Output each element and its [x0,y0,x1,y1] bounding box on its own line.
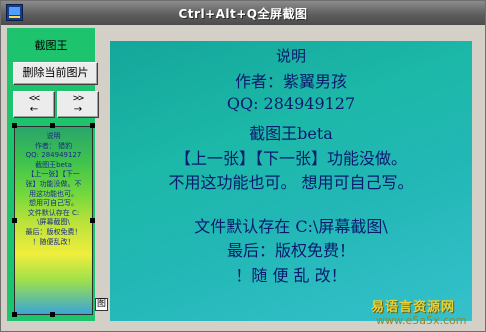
note-closing: ！随 便 乱 改！ [235,266,347,285]
note-author: 作者：紫翼男孩 [234,72,347,91]
note-optional: 不用这功能也可。 想用可自己写。 [168,173,414,192]
resize-handle[interactable] [90,123,95,128]
note-buttons: 【上一张】【下一张】功能没做。 [174,149,407,168]
note-title: 说明 [275,47,306,65]
title-bar[interactable]: Ctrl+Alt+Q全屏截图 [1,1,485,25]
thumbnail-line: \屏幕截图\ [37,218,70,227]
thumbnail-line: 最后：版权免费！ [25,227,82,236]
thumbnail-line: 说明 [46,132,61,140]
resize-handle[interactable] [12,218,17,223]
thumbnail-line: 截图王beta [35,160,72,169]
delete-current-image-button[interactable]: 删除当前图片 [13,62,98,85]
note-file-path: 文件默认存在 C:\屏幕截图\ [194,217,388,236]
thumbnail-line: 想用可自己写。 [29,199,78,208]
thumbnail-line: ！随便乱改！ [32,237,75,246]
image-thumbnail[interactable]: 说明 作者： 猎豹 QQ: 284949127 截图王beta 【上一张】【下一… [14,126,93,315]
thumbnail-line: 作者： 猎豹 [34,141,73,150]
previous-image-button[interactable]: << ← [13,91,55,118]
site-url-watermark: www.e5a5x.com [376,314,467,327]
resize-handle[interactable] [50,312,55,317]
thumbnail-line: 【上一张】【下一 [27,170,80,179]
panel-title: 截图王 [34,39,68,52]
thumbnail-line: 用这功能也可。 [29,189,78,198]
note-license: 最后：版权免费！ [226,241,355,260]
resize-handle[interactable] [90,218,95,223]
site-watermark: 易语言资源网 [371,300,456,315]
next-image-button[interactable]: >> → [57,91,99,118]
thumbnail-text: 说明 作者： 猎豹 QQ: 284949127 截图王beta 【上一张】【下一… [15,127,92,247]
right-arrow-icon: → [73,104,83,115]
note-qq: QQ: 284949127 [226,94,356,113]
resize-handle[interactable] [12,312,17,317]
note-app-name: 截图王beta [249,124,333,143]
thumbnail-line: QQ: 284949127 [25,151,82,160]
resize-handle[interactable] [50,123,55,128]
thumbnail-line: 张】功能没做。不 [25,179,82,188]
previous-symbol: << [28,93,40,104]
resize-handle[interactable] [12,123,17,128]
thumbnail-line: 文件默认存在 C: [27,208,80,217]
left-arrow-icon: ← [29,104,39,115]
window-title: Ctrl+Alt+Q全屏截图 [178,7,308,21]
next-symbol: >> [72,93,84,104]
app-window: Ctrl+Alt+Q全屏截图 截图王 删除当前图片 << ← >> → 说明 作… [0,0,486,332]
thumbnail-picture-button[interactable]: 图 [95,298,108,311]
screenshot-preview: 说明 作者：紫翼男孩 QQ: 284949127 截图王beta 【上一张】【下… [110,41,472,321]
